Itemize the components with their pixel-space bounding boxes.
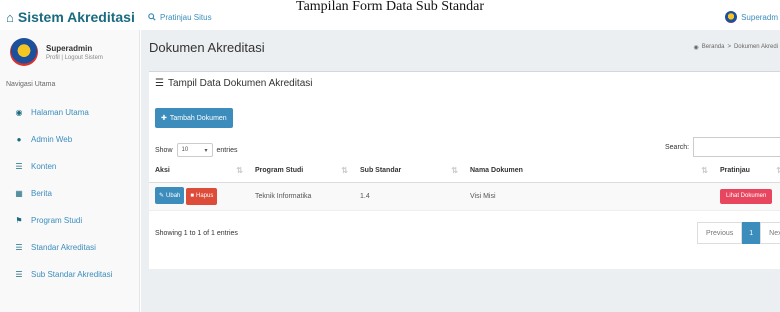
main-content: Dokumen Akreditasi ◉ Beranda > Dokumen A… bbox=[141, 30, 780, 312]
pratinjau-cell: Lihat Dokumen bbox=[714, 182, 780, 211]
column-header-program-studi[interactable]: Program Studi ⇅ bbox=[249, 160, 354, 183]
sort-icon: ⇅ bbox=[701, 166, 708, 175]
search-control: Search: bbox=[665, 137, 780, 157]
program-studi-cell: Teknik Informatika bbox=[249, 182, 354, 211]
edit-icon: ✎ bbox=[159, 193, 165, 200]
nama-dokumen-cell: Visi Misi bbox=[464, 182, 714, 211]
preview-label: Pratinjau Situs bbox=[160, 12, 212, 22]
news-icon: ▦ bbox=[15, 189, 23, 198]
page-1-button[interactable]: 1 bbox=[742, 222, 761, 244]
sidebar-item-berita[interactable]: ▦ Berita bbox=[0, 180, 139, 207]
next-button[interactable]: Next bbox=[760, 222, 780, 244]
chevron-down-icon: ▾ bbox=[204, 147, 208, 154]
sidebar-item-halaman-utama[interactable]: ◉ Halaman Utama bbox=[0, 99, 139, 126]
pagination: Previous 1 Next bbox=[697, 222, 780, 244]
add-document-button[interactable]: ✚ Tambah Dokumen bbox=[155, 108, 233, 128]
column-header-sub-standar[interactable]: Sub Standar ⇅ bbox=[354, 160, 464, 183]
search-input[interactable] bbox=[693, 137, 780, 157]
list-icon: ☰ bbox=[15, 243, 23, 252]
show-label: Show bbox=[155, 146, 173, 154]
box-title-text: Tampil Data Dokumen Akreditasi bbox=[167, 78, 313, 89]
user-menu-name: Superadm bbox=[741, 12, 778, 22]
entries-value: 10 bbox=[181, 147, 189, 153]
user-menu[interactable]: Superadm bbox=[725, 11, 780, 23]
sidebar-item-label: Konten bbox=[31, 162, 57, 171]
box-title: ☰ Tampil Data Dokumen Akreditasi bbox=[149, 72, 780, 89]
sidebar: Superadmin Profil | Logout Sistem Naviga… bbox=[0, 30, 140, 312]
column-header-pratinjau[interactable]: Pratinjau ⇅ bbox=[714, 160, 780, 183]
previous-button[interactable]: Previous bbox=[697, 222, 743, 244]
sidebar-item-label: Standar Akreditasi bbox=[31, 243, 96, 252]
action-cell: ✎ Ubah ■ Hapus bbox=[149, 182, 249, 211]
user-name: Superadmin bbox=[46, 43, 93, 53]
sidebar-item-sub-standar-akreditasi[interactable]: ☰ Sub Standar Akreditasi bbox=[0, 261, 139, 288]
entries-select[interactable]: 10 ▾ bbox=[176, 143, 213, 157]
user-panel: Superadmin Profil | Logout Sistem bbox=[0, 30, 139, 66]
add-document-label: Tambah Dokumen bbox=[169, 114, 227, 122]
nav-header: Navigasi Utama bbox=[6, 81, 56, 88]
table-info: Showing 1 to 1 of 1 entries bbox=[155, 230, 238, 237]
sub-standar-cell: 1.4 bbox=[354, 182, 464, 211]
page-length-control: Show 10 ▾ entries bbox=[155, 143, 238, 157]
sidebar-item-admin-web[interactable]: ● Admin Web bbox=[0, 126, 139, 153]
trash-icon: ■ bbox=[190, 193, 194, 200]
column-header-aksi[interactable]: Aksi ⇅ bbox=[149, 160, 249, 183]
search-icon bbox=[148, 13, 156, 21]
flag-icon: ⚑ bbox=[15, 216, 23, 225]
dashboard-icon: ◉ bbox=[15, 108, 23, 117]
sidebar-item-label: Halaman Utama bbox=[31, 108, 89, 117]
sort-icon: ⇅ bbox=[341, 166, 348, 175]
breadcrumb: ◉ Beranda > Dokumen Akredi bbox=[694, 44, 780, 51]
page-title: Dokumen Akreditasi bbox=[149, 39, 265, 55]
top-bar: ⌂ Sistem Akreditasi Pratinjau Situs Supe… bbox=[0, 5, 780, 29]
profile-link[interactable]: Profil bbox=[46, 55, 60, 61]
entries-label: entries bbox=[216, 146, 238, 154]
data-box: ☰ Tampil Data Dokumen Akreditasi ✚ Tamba… bbox=[149, 71, 780, 269]
plus-icon: ✚ bbox=[161, 115, 167, 122]
content-header: Dokumen Akreditasi ◉ Beranda > Dokumen A… bbox=[141, 30, 780, 64]
sort-icon: ⇅ bbox=[451, 166, 458, 175]
table-row: ✎ Ubah ■ Hapus Teknik Informatika 1.4 Visi … bbox=[149, 182, 780, 211]
documents-table: Aksi ⇅ Program Studi ⇅ Sub Standar ⇅ Nama D… bbox=[149, 160, 780, 211]
brand[interactable]: ⌂ Sistem Akreditasi bbox=[0, 9, 140, 25]
sidebar-item-label: Program Studi bbox=[31, 216, 83, 225]
breadcrumb-separator: > bbox=[727, 44, 731, 50]
list-icon: ☰ bbox=[15, 270, 23, 279]
list-icon: ☰ bbox=[155, 78, 164, 89]
sort-icon: ⇅ bbox=[776, 166, 780, 175]
edit-button[interactable]: ✎ Ubah bbox=[155, 187, 185, 205]
list-icon: ☰ bbox=[15, 162, 23, 171]
logout-link[interactable]: Logout Sistem bbox=[65, 55, 103, 61]
view-document-button[interactable]: Lihat Dokumen bbox=[720, 188, 773, 204]
delete-button[interactable]: ■ Hapus bbox=[186, 187, 218, 205]
logo-icon bbox=[725, 11, 738, 23]
breadcrumb-home[interactable]: Beranda bbox=[702, 44, 725, 50]
sort-icon: ⇅ bbox=[236, 166, 243, 175]
sidebar-item-standar-akreditasi[interactable]: ☰ Standar Akreditasi bbox=[0, 234, 139, 261]
breadcrumb-current: Dokumen Akredi bbox=[733, 44, 778, 50]
dashboard-icon: ◉ bbox=[693, 44, 699, 51]
home-icon: ⌂ bbox=[6, 9, 14, 25]
search-label: Search: bbox=[665, 143, 690, 151]
sidebar-item-label: Admin Web bbox=[31, 135, 73, 144]
sidebar-item-label: Berita bbox=[31, 189, 52, 198]
university-logo bbox=[10, 38, 38, 66]
preview-site-link[interactable]: Pratinjau Situs bbox=[148, 13, 212, 22]
brand-title: Sistem Akreditasi bbox=[17, 9, 135, 25]
sidebar-item-konten[interactable]: ☰ Konten bbox=[0, 153, 139, 180]
sidebar-item-label: Sub Standar Akreditasi bbox=[31, 270, 113, 279]
user-icon: ● bbox=[16, 135, 22, 144]
column-header-nama-dokumen[interactable]: Nama Dokumen ⇅ bbox=[464, 160, 714, 183]
sidebar-item-program-studi[interactable]: ⚑ Program Studi bbox=[0, 207, 139, 234]
